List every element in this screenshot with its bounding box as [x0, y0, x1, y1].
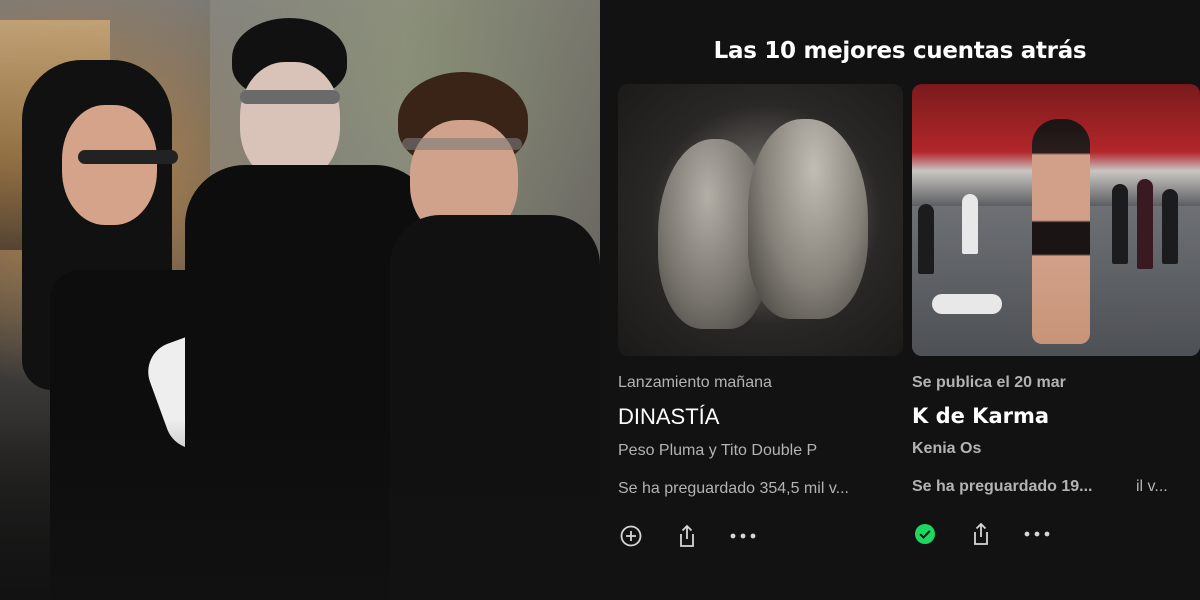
presave-count-overflow: il v...: [1136, 478, 1168, 495]
countdown-card-dinastia[interactable]: Lanzamiento mañana DINASTÍA Peso Pluma y…: [618, 84, 903, 548]
share-icon[interactable]: [968, 521, 994, 547]
artist-name[interactable]: Peso Pluma y Tito Double P: [618, 442, 903, 460]
release-label: Se publica el 20 mar: [912, 374, 1066, 391]
more-icon[interactable]: [730, 523, 756, 549]
share-icon[interactable]: [674, 523, 700, 549]
album-cover-k-de-karma[interactable]: [912, 84, 1200, 356]
album-cover-dinastia[interactable]: [618, 84, 903, 356]
presave-count: Se ha preguardado 354,5 mil v...: [618, 480, 849, 497]
countdown-section: Las 10 mejores cuentas atrás Lanzamiento…: [600, 0, 1200, 600]
release-label: Lanzamiento mañana: [618, 374, 772, 391]
saved-check-icon[interactable]: [912, 521, 938, 547]
album-title[interactable]: DINASTÍA: [618, 404, 903, 430]
countdown-card-k-de-karma[interactable]: Se publica el 20 mar K de Karma Kenia Os…: [912, 84, 1200, 546]
album-title[interactable]: K de Karma: [912, 404, 1200, 428]
more-icon[interactable]: [1024, 521, 1050, 547]
artists-photo: [0, 0, 600, 600]
add-icon[interactable]: [618, 523, 644, 549]
section-title: Las 10 mejores cuentas atrás: [713, 38, 1087, 64]
artist-name[interactable]: Kenia Os: [912, 440, 1200, 458]
